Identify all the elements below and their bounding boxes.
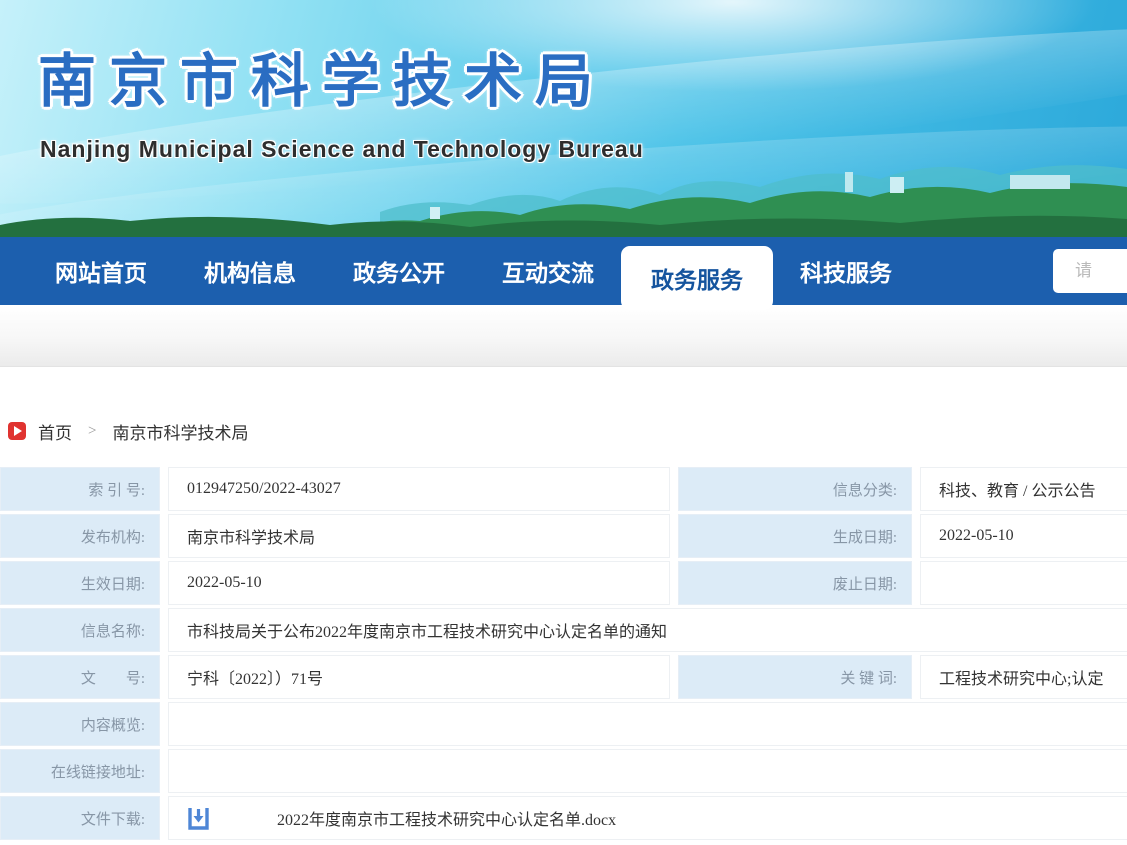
info-category-value: 科技、教育 / 公示公告 [920,467,1127,511]
page: 南京市科学技术局 Nanjing Municipal Science and T… [0,0,1127,845]
content-summary-label: 内容概览: [0,702,160,746]
info-name-value: 市科技局关于公布2022年度南京市工程技术研究中心认定名单的通知 [168,608,1127,652]
table-row: 文 号: 宁科〔2022〕）71号 关 键 词: 工程技术研究中心;认定 [0,655,1127,699]
site-title-en: Nanjing Municipal Science and Technology… [40,136,644,163]
breadcrumb: 首页 > 南京市科学技术局 [8,419,1127,443]
created-date-value: 2022-05-10 [920,514,1127,558]
file-download-label: 文件下载: [0,796,160,840]
table-row: 文件下载: 2022年度南京市工程技术研究中心认定名单.docx [0,796,1127,840]
effective-date-label: 生效日期: [0,561,160,605]
site-title-cn: 南京市科学技术局 [38,34,606,118]
subnav-strip [0,305,1127,367]
file-download-cell: 2022年度南京市工程技术研究中心认定名单.docx [168,796,1127,840]
site-banner: 南京市科学技术局 Nanjing Municipal Science and T… [0,0,1127,237]
issuing-agency-label: 发布机构: [0,514,160,558]
table-row: 索 引 号: 012947250/2022-43027 信息分类: 科技、教育 … [0,467,1127,511]
abolish-date-value [920,561,1127,605]
nav-item-gov-services[interactable]: 政务服务 [621,246,773,310]
created-date-label: 生成日期: [678,514,912,558]
table-row: 生效日期: 2022-05-10 废止日期: [0,561,1127,605]
abolish-date-label: 废止日期: [678,561,912,605]
online-link-label: 在线链接地址: [0,749,160,793]
main-nav: 网站首页 机构信息 政务公开 互动交流 政务服务 科技服务 [0,237,1127,305]
effective-date-value: 2022-05-10 [168,561,670,605]
table-row: 在线链接地址: [0,749,1127,793]
nav-item-interaction[interactable]: 互动交流 [502,254,594,288]
content-summary-value [168,702,1127,746]
index-number-value: 012947250/2022-43027 [168,467,670,511]
document-number-label: 文 号: [0,655,160,699]
index-number-label: 索 引 号: [0,467,160,511]
issuing-agency-value: 南京市科学技术局 [168,514,670,558]
nav-item-gov-disclosure[interactable]: 政务公开 [353,254,445,288]
nav-item-tech-services[interactable]: 科技服务 [800,254,892,288]
nav-item-home[interactable]: 网站首页 [55,254,147,288]
search-input[interactable] [1075,249,1127,293]
document-number-value: 宁科〔2022〕）71号 [168,655,670,699]
breadcrumb-play-icon [8,422,26,440]
landscape-graphic [0,117,1127,237]
info-name-label: 信息名称: [0,608,160,652]
breadcrumb-home-link[interactable]: 首页 [38,419,72,444]
breadcrumb-separator: > [88,423,96,440]
breadcrumb-current: 南京市科学技术局 [112,419,248,444]
search-box[interactable] [1053,249,1127,293]
table-row: 信息名称: 市科技局关于公布2022年度南京市工程技术研究中心认定名单的通知 [0,608,1127,652]
info-category-label: 信息分类: [678,467,912,511]
online-link-value [168,749,1127,793]
table-row: 内容概览: [0,702,1127,746]
table-row: 发布机构: 南京市科学技术局 生成日期: 2022-05-10 [0,514,1127,558]
download-file-link[interactable]: 2022年度南京市工程技术研究中心认定名单.docx [277,806,616,830]
keywords-label: 关 键 词: [678,655,912,699]
document-info-table: 索 引 号: 012947250/2022-43027 信息分类: 科技、教育 … [0,467,1127,840]
keywords-value: 工程技术研究中心;认定 [920,655,1127,699]
download-icon[interactable] [187,805,210,831]
nav-item-org-info[interactable]: 机构信息 [204,254,296,288]
